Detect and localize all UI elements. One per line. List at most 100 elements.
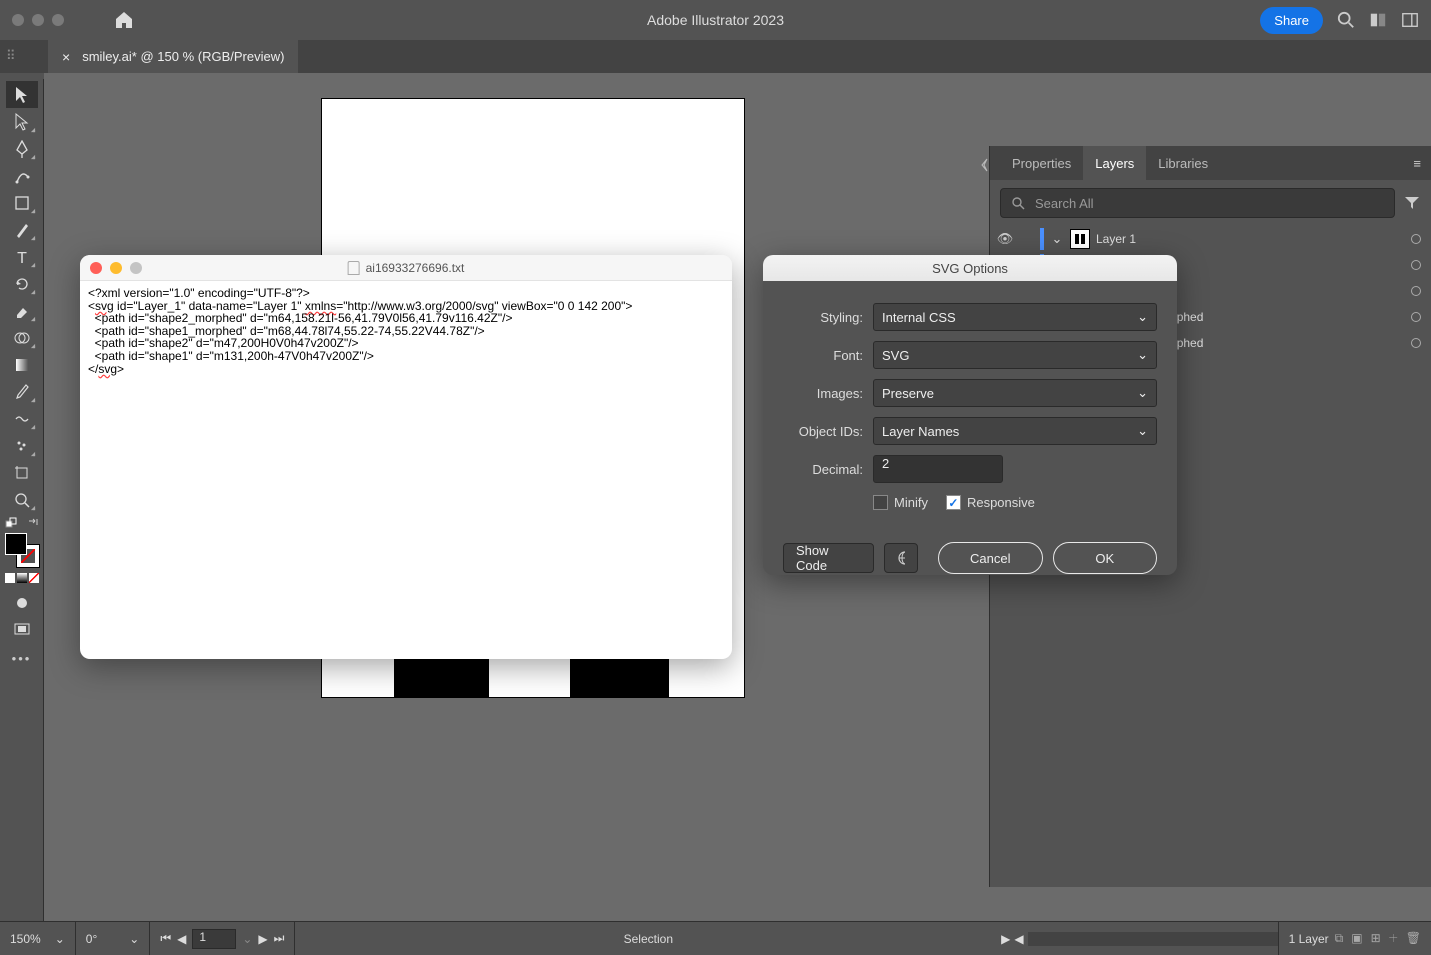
locate-object-icon[interactable]: ⧉: [1335, 931, 1344, 946]
color-mode-icon[interactable]: [5, 573, 15, 583]
curvature-tool[interactable]: [6, 162, 38, 189]
none-mode-icon[interactable]: [29, 573, 39, 583]
responsive-label: Responsive: [967, 495, 1035, 510]
fill-stroke-control[interactable]: [5, 533, 39, 567]
preview-in-browser-button[interactable]: [884, 543, 918, 573]
rectangle-tool[interactable]: [6, 189, 38, 216]
page-number-input[interactable]: 1: [192, 929, 236, 949]
make-clipping-mask-icon[interactable]: ▣: [1351, 931, 1362, 946]
responsive-checkbox[interactable]: [946, 495, 961, 510]
edit-toolbar-icon[interactable]: •••: [12, 651, 32, 666]
ok-button[interactable]: OK: [1053, 542, 1158, 574]
draw-mode-row: [5, 573, 39, 583]
target-icon[interactable]: [1411, 338, 1421, 348]
draw-normal-icon[interactable]: [6, 589, 38, 616]
close-window-icon[interactable]: [12, 14, 24, 26]
target-icon[interactable]: [1411, 312, 1421, 322]
target-icon[interactable]: [1411, 260, 1421, 270]
close-tab-icon[interactable]: ×: [62, 49, 70, 65]
close-window-icon[interactable]: [90, 262, 102, 274]
styling-select[interactable]: Internal CSS⌄: [873, 303, 1157, 331]
arrange-icon[interactable]: [1369, 11, 1387, 29]
cancel-button[interactable]: Cancel: [938, 542, 1043, 574]
prev-page-icon[interactable]: ◀: [177, 932, 186, 946]
minimize-window-icon[interactable]: [32, 14, 44, 26]
layer-name[interactable]: Layer 1: [1096, 232, 1405, 246]
layer-thumbnail: [1070, 229, 1090, 249]
artboard-tool[interactable]: [6, 459, 38, 486]
delete-icon[interactable]: 🗑: [1406, 931, 1421, 946]
chevron-down-icon: ⌄: [1137, 347, 1148, 363]
layer-row[interactable]: 👁 ⌄ Layer 1: [990, 226, 1431, 252]
direct-selection-tool[interactable]: [6, 108, 38, 135]
styling-label: Styling:: [783, 310, 863, 325]
show-code-button[interactable]: Show Code: [783, 543, 874, 573]
text-editor-window: ai16933276696.txt <?xml version="1.0" en…: [80, 255, 732, 659]
images-label: Images:: [783, 386, 863, 401]
zoom-select[interactable]: 150% ⌄: [0, 922, 76, 955]
tab-layers[interactable]: Layers: [1083, 146, 1146, 180]
scroll-left-step-icon[interactable]: ◀: [1014, 932, 1023, 946]
pen-tool[interactable]: [6, 135, 38, 162]
first-page-icon[interactable]: ⏮: [160, 931, 171, 946]
tab-properties[interactable]: Properties: [1000, 146, 1083, 180]
tab-libraries[interactable]: Libraries: [1146, 146, 1220, 180]
minify-checkbox[interactable]: [873, 495, 888, 510]
scroll-left-icon[interactable]: ▶: [1001, 932, 1010, 946]
default-fill-stroke-icon[interactable]: [5, 517, 17, 529]
visibility-toggle-icon[interactable]: 👁: [996, 231, 1014, 247]
new-sublayer-icon[interactable]: ⊞: [1371, 931, 1381, 946]
swap-fill-stroke-icon[interactable]: [27, 517, 39, 529]
symbol-sprayer-tool[interactable]: [6, 432, 38, 459]
expand-layer-icon[interactable]: ⌄: [1050, 231, 1064, 247]
text-file-name: ai16933276696.txt: [366, 261, 465, 275]
minify-label: Minify: [894, 495, 928, 510]
last-page-icon[interactable]: ⏭: [274, 931, 285, 946]
font-label: Font:: [783, 348, 863, 363]
selection-tool[interactable]: [6, 81, 38, 108]
search-icon[interactable]: [1337, 11, 1355, 29]
layer-count-label: 1 Layer: [1289, 932, 1329, 946]
share-button[interactable]: Share: [1260, 7, 1323, 34]
shape-builder-tool[interactable]: [6, 324, 38, 351]
eyedropper-tool[interactable]: [6, 378, 38, 405]
minimize-window-icon[interactable]: [110, 262, 122, 274]
document-tab[interactable]: × smiley.ai* @ 150 % (RGB/Preview): [48, 40, 298, 73]
new-layer-icon[interactable]: 🞡: [1389, 931, 1398, 946]
text-editor-titlebar[interactable]: ai16933276696.txt: [80, 255, 732, 281]
blend-tool[interactable]: [6, 405, 38, 432]
images-select[interactable]: Preserve⌄: [873, 379, 1157, 407]
chevron-down-icon: ⌄: [1137, 423, 1148, 439]
type-tool[interactable]: T: [6, 243, 38, 270]
eraser-tool[interactable]: [6, 297, 38, 324]
target-icon[interactable]: [1411, 234, 1421, 244]
home-icon[interactable]: [114, 11, 134, 29]
objectids-select[interactable]: Layer Names⌄: [873, 417, 1157, 445]
gradient-tool[interactable]: [6, 351, 38, 378]
panel-grip-icon[interactable]: ⠿: [6, 48, 16, 64]
rotate-select[interactable]: 0° ⌄: [76, 922, 151, 955]
titlebar: Adobe Illustrator 2023 Share: [0, 0, 1431, 40]
workspace-icon[interactable]: [1401, 11, 1419, 29]
text-editor-body[interactable]: <?xml version="1.0" encoding="UTF-8"?> <…: [80, 281, 732, 381]
font-select[interactable]: SVG⌄: [873, 341, 1157, 369]
maximize-window-icon[interactable]: [52, 14, 64, 26]
collapse-panel-icon[interactable]: [981, 158, 989, 172]
zoom-tool[interactable]: [6, 486, 38, 513]
filter-icon[interactable]: [1403, 194, 1421, 212]
horizontal-scrollbar[interactable]: [1028, 932, 1278, 946]
maximize-window-icon[interactable]: [130, 262, 142, 274]
gradient-mode-icon[interactable]: [17, 573, 27, 583]
panel-menu-icon[interactable]: ≡: [1413, 156, 1421, 171]
next-page-icon[interactable]: ▶: [258, 932, 267, 946]
paintbrush-tool[interactable]: [6, 216, 38, 243]
target-icon[interactable]: [1411, 286, 1421, 296]
decimal-label: Decimal:: [783, 462, 863, 477]
rotate-tool[interactable]: [6, 270, 38, 297]
document-tab-label: smiley.ai* @ 150 % (RGB/Preview): [82, 49, 284, 64]
layer-search-input[interactable]: Search All: [1000, 188, 1395, 218]
screen-mode-icon[interactable]: [6, 616, 38, 643]
decimal-input[interactable]: 2: [873, 455, 1003, 483]
fill-swatch[interactable]: [5, 533, 27, 555]
panel-tabs: Properties Layers Libraries ≡: [990, 146, 1431, 180]
